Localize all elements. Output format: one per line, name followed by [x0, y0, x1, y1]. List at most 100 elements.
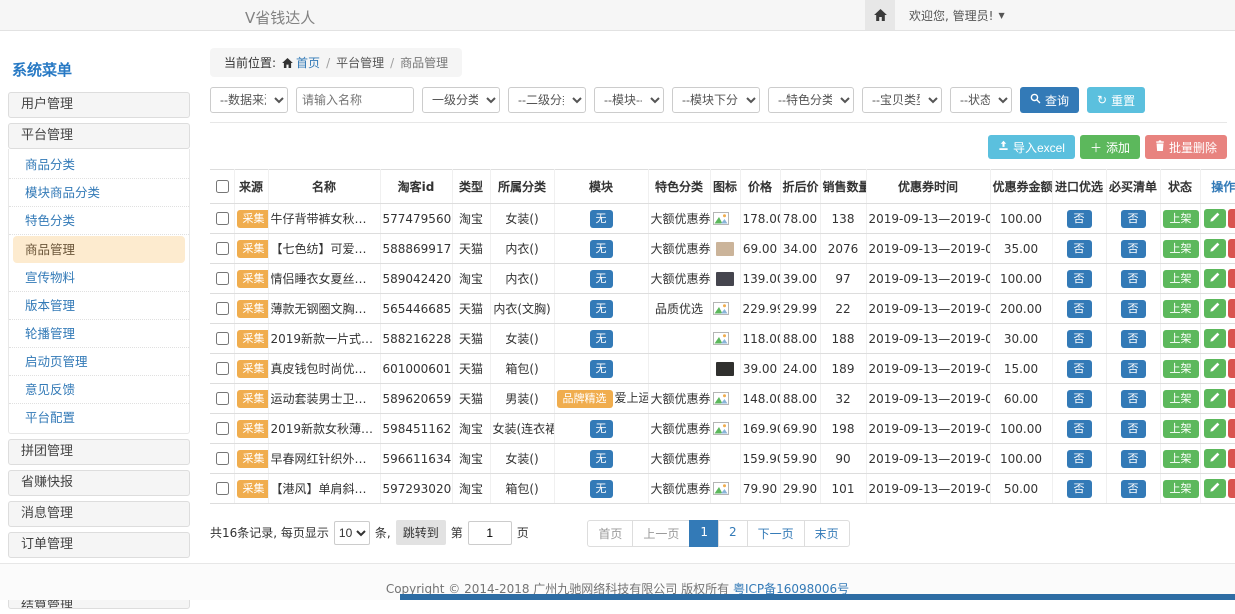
import-select-toggle[interactable]: 否: [1067, 240, 1092, 258]
row-checkbox[interactable]: [216, 392, 229, 405]
sidebar-item-groupbuy-management[interactable]: 拼团管理: [8, 439, 190, 465]
must-buy-toggle[interactable]: 否: [1121, 270, 1146, 288]
row-checkbox[interactable]: [216, 422, 229, 435]
delete-button[interactable]: [1228, 209, 1235, 228]
sidebar-item-feedback[interactable]: 意见反馈: [9, 376, 189, 404]
module-subcategory-select[interactable]: --模块下分类--: [672, 87, 760, 113]
edit-button[interactable]: [1204, 209, 1226, 228]
status-toggle[interactable]: 上架: [1163, 360, 1199, 378]
row-checkbox[interactable]: [216, 302, 229, 315]
import-select-toggle[interactable]: 否: [1067, 210, 1092, 228]
sidebar-item-user-management[interactable]: 用户管理: [8, 92, 190, 118]
edit-button[interactable]: [1204, 479, 1226, 498]
sidebar-item-splash-page-management[interactable]: 启动页管理: [9, 348, 189, 376]
page-button-next[interactable]: 下一页: [747, 520, 805, 547]
sidebar-item-module-goods-category[interactable]: 模块商品分类: [9, 179, 189, 207]
import-excel-button[interactable]: 导入excel: [988, 135, 1075, 159]
import-select-toggle[interactable]: 否: [1067, 300, 1092, 318]
page-button-page-2[interactable]: 2: [718, 520, 748, 547]
edit-button[interactable]: [1204, 389, 1226, 408]
sidebar-item-platform-config[interactable]: 平台配置: [9, 404, 189, 431]
select-all-checkbox[interactable]: [216, 180, 229, 193]
delete-button[interactable]: [1228, 479, 1235, 498]
user-menu[interactable]: 欢迎您, 管理员! ▼: [909, 7, 1005, 24]
import-select-toggle[interactable]: 否: [1067, 390, 1092, 408]
level1-category-select[interactable]: 一级分类: [422, 87, 500, 113]
delete-button[interactable]: [1228, 359, 1235, 378]
row-checkbox[interactable]: [216, 362, 229, 375]
row-checkbox[interactable]: [216, 272, 229, 285]
status-toggle[interactable]: 上架: [1163, 420, 1199, 438]
page-button-page-1[interactable]: 1: [689, 520, 719, 547]
per-page-select[interactable]: 10: [334, 521, 370, 545]
import-select-toggle[interactable]: 否: [1067, 450, 1092, 468]
edit-button[interactable]: [1204, 419, 1226, 438]
must-buy-toggle[interactable]: 否: [1121, 300, 1146, 318]
delete-button[interactable]: [1228, 419, 1235, 438]
row-checkbox[interactable]: [216, 482, 229, 495]
edit-button[interactable]: [1204, 299, 1226, 318]
name-input[interactable]: [296, 87, 414, 113]
must-buy-toggle[interactable]: 否: [1121, 480, 1146, 498]
home-button[interactable]: [865, 0, 895, 30]
sidebar-item-goods-management[interactable]: 商品管理: [13, 236, 185, 263]
status-toggle[interactable]: 上架: [1163, 300, 1199, 318]
must-buy-toggle[interactable]: 否: [1121, 420, 1146, 438]
row-checkbox[interactable]: [216, 332, 229, 345]
delete-button[interactable]: [1228, 269, 1235, 288]
sidebar-item-carousel-management[interactable]: 轮播管理: [9, 320, 189, 348]
delete-button[interactable]: [1228, 299, 1235, 318]
delete-button[interactable]: [1228, 389, 1235, 408]
sidebar-item-message-management[interactable]: 消息管理: [8, 501, 190, 527]
edit-button[interactable]: [1204, 269, 1226, 288]
page-button-last[interactable]: 末页: [804, 520, 850, 547]
status-toggle[interactable]: 上架: [1163, 480, 1199, 498]
import-select-toggle[interactable]: 否: [1067, 270, 1092, 288]
edit-button[interactable]: [1204, 359, 1226, 378]
row-checkbox[interactable]: [216, 242, 229, 255]
must-buy-toggle[interactable]: 否: [1121, 330, 1146, 348]
search-button[interactable]: 查询: [1020, 87, 1079, 113]
sidebar-item-order-management[interactable]: 订单管理: [8, 532, 190, 558]
sidebar-item-version-management[interactable]: 版本管理: [9, 292, 189, 320]
status-toggle[interactable]: 上架: [1163, 210, 1199, 228]
status-select[interactable]: --状态--: [950, 87, 1012, 113]
delete-button[interactable]: [1228, 449, 1235, 468]
import-select-toggle[interactable]: 否: [1067, 330, 1092, 348]
sidebar-item-saving-express[interactable]: 省赚快报: [8, 470, 190, 496]
delete-button[interactable]: [1228, 239, 1235, 258]
reset-button[interactable]: ↻ 重置: [1087, 87, 1145, 113]
import-select-toggle[interactable]: 否: [1067, 480, 1092, 498]
data-source-select[interactable]: --数据来源--: [210, 87, 288, 113]
row-checkbox[interactable]: [216, 452, 229, 465]
jump-button[interactable]: 跳转到: [396, 520, 446, 545]
batch-delete-button[interactable]: 批量删除: [1145, 135, 1227, 159]
sidebar-item-feature-category[interactable]: 特色分类: [9, 207, 189, 235]
breadcrumb-home-link[interactable]: 首页: [282, 54, 320, 71]
status-toggle[interactable]: 上架: [1163, 270, 1199, 288]
sidebar-item-promo-material[interactable]: 宣传物料: [9, 264, 189, 292]
import-select-toggle[interactable]: 否: [1067, 360, 1092, 378]
edit-button[interactable]: [1204, 239, 1226, 258]
must-buy-toggle[interactable]: 否: [1121, 360, 1146, 378]
status-toggle[interactable]: 上架: [1163, 330, 1199, 348]
row-checkbox[interactable]: [216, 212, 229, 225]
status-toggle[interactable]: 上架: [1163, 390, 1199, 408]
must-buy-toggle[interactable]: 否: [1121, 390, 1146, 408]
must-buy-toggle[interactable]: 否: [1121, 450, 1146, 468]
jump-page-input[interactable]: [468, 521, 512, 545]
add-button[interactable]: ＋ 添加: [1080, 135, 1140, 159]
edit-button[interactable]: [1204, 449, 1226, 468]
must-buy-toggle[interactable]: 否: [1121, 240, 1146, 258]
level2-category-select[interactable]: --二级分类--: [508, 87, 586, 113]
import-select-toggle[interactable]: 否: [1067, 420, 1092, 438]
status-toggle[interactable]: 上架: [1163, 240, 1199, 258]
delete-button[interactable]: [1228, 329, 1235, 348]
feature-category-select[interactable]: --特色分类--: [768, 87, 854, 113]
status-toggle[interactable]: 上架: [1163, 450, 1199, 468]
sidebar-item-platform-management[interactable]: 平台管理: [8, 123, 190, 149]
item-type-select[interactable]: --宝贝类型--: [862, 87, 942, 113]
must-buy-toggle[interactable]: 否: [1121, 210, 1146, 228]
sidebar-item-goods-category[interactable]: 商品分类: [9, 151, 189, 179]
edit-button[interactable]: [1204, 329, 1226, 348]
